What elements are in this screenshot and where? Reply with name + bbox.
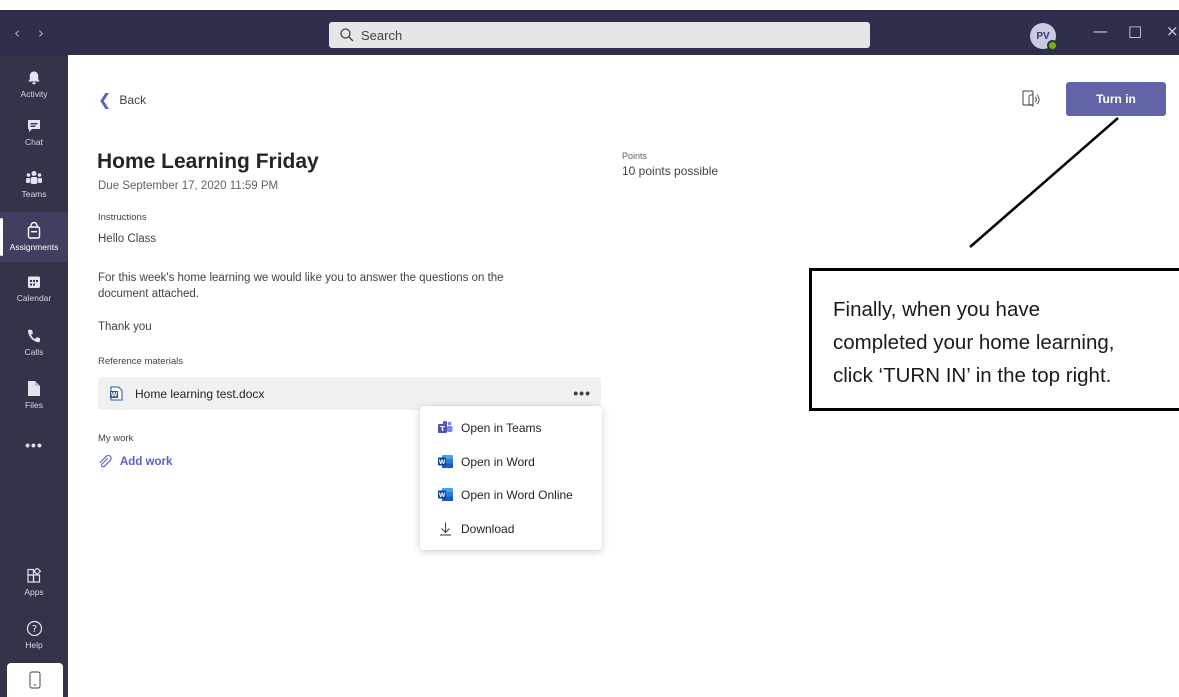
svg-text:?: ?: [31, 624, 36, 635]
rail-item-activity[interactable]: Activity: [0, 59, 68, 109]
instructions-body-line1: For this week's home learning we would l…: [98, 272, 504, 284]
minimize-button[interactable]: —: [1093, 22, 1108, 40]
chat-icon: [28, 119, 40, 132]
rail-label: Assignments: [9, 242, 59, 252]
avatar[interactable]: PV: [1030, 23, 1058, 51]
menu-item-label: Open in Word: [461, 454, 535, 469]
maximize-button[interactable]: □: [1128, 22, 1142, 40]
search-icon: [340, 28, 354, 42]
window-top-edge: [0, 0, 1179, 10]
calendar-icon: [28, 276, 40, 288]
menu-item-label: Download: [461, 521, 515, 536]
rail-item-help[interactable]: ? Help: [0, 610, 68, 660]
device-button[interactable]: [7, 663, 63, 697]
menu-item-label: Open in Word Online: [461, 487, 573, 502]
annotation-line-3: click ‘TURN IN’ in the top right.: [833, 364, 1112, 387]
file-icon: [28, 381, 40, 396]
reference-materials-label: Reference materials: [98, 356, 184, 367]
menu-open-in-word[interactable]: W Open in Word: [420, 445, 602, 478]
points-label: Points: [622, 151, 648, 161]
rail-label: Files: [25, 400, 43, 410]
menu-item-label: Open in Teams: [461, 420, 542, 435]
rail-item-calendar[interactable]: Calendar: [0, 263, 68, 313]
instructions-signoff: Thank you: [98, 321, 152, 333]
word-icon: W: [438, 487, 453, 502]
rail-label: Chat: [25, 136, 43, 147]
svg-text:W: W: [111, 392, 118, 399]
points-value: 10 points possible: [622, 164, 719, 178]
svg-text:W: W: [439, 459, 446, 466]
rail-label: Teams: [21, 188, 47, 199]
close-button[interactable]: ×: [1166, 22, 1179, 40]
rail-item-chat[interactable]: Chat: [0, 107, 68, 157]
add-work-label: Add work: [120, 456, 173, 468]
forward-arrow-icon[interactable]: ›: [38, 24, 62, 42]
search-bar[interactable]: [329, 22, 870, 48]
reference-file-name: Home learning test.docx: [135, 386, 265, 401]
rail-label: Calls: [24, 346, 44, 357]
instructions-label: Instructions: [98, 212, 147, 223]
bell-icon: [28, 71, 40, 84]
rail-item-apps[interactable]: Apps: [0, 557, 68, 607]
back-link[interactable]: ❮ Back: [98, 90, 146, 109]
immersive-reader-icon[interactable]: [1020, 88, 1042, 110]
title-bar: ‹› PV — □ ×: [0, 0, 1179, 55]
mobile-device-icon: [29, 671, 41, 689]
paperclip-icon: [99, 455, 112, 468]
back-arrow-icon[interactable]: ‹: [14, 24, 38, 42]
file-context-menu: T Open in Teams W Open in Word W Open in…: [420, 406, 602, 550]
help-icon: ?: [26, 620, 42, 637]
teams-icon: T: [438, 420, 453, 435]
menu-open-in-teams[interactable]: T Open in Teams: [420, 411, 602, 444]
annotation-line-2: completed your home learning,: [833, 331, 1115, 354]
annotation-callout: Finally, when you have completed your ho…: [809, 268, 1179, 411]
word-doc-icon: W: [110, 386, 123, 401]
history-nav: ‹›: [14, 24, 62, 42]
svg-text:T: T: [440, 425, 445, 433]
more-icon: •••: [25, 437, 43, 453]
instructions-greeting: Hello Class: [98, 233, 157, 245]
rail-label: Calendar: [16, 292, 52, 303]
search-input[interactable]: [361, 27, 761, 43]
apps-icon: [27, 567, 42, 583]
rail-item-more[interactable]: •••: [0, 420, 68, 470]
due-date: Due September 17, 2020 11:59 PM: [98, 180, 279, 192]
assignments-icon: [27, 222, 41, 239]
avatar-initials: PV: [1036, 30, 1050, 42]
rail-item-calls[interactable]: Calls: [0, 317, 68, 367]
rail-label: Help: [25, 640, 43, 650]
menu-download[interactable]: Download: [420, 512, 602, 545]
my-work-label: My work: [98, 433, 134, 444]
chevron-left-icon: ❮: [98, 90, 112, 109]
annotation-line-1: Finally, when you have: [833, 298, 1041, 321]
turn-in-button[interactable]: Turn in: [1066, 82, 1166, 116]
rail-item-teams[interactable]: Teams: [0, 159, 68, 209]
presence-status-icon: [1047, 40, 1058, 51]
menu-open-in-word-online[interactable]: W Open in Word Online: [420, 478, 602, 511]
download-icon: [438, 521, 453, 536]
back-label: Back: [119, 92, 147, 107]
app-rail: Activity Chat Teams Assignments Calendar…: [0, 55, 68, 697]
more-options-button[interactable]: •••: [573, 385, 591, 401]
add-work-button[interactable]: Add work: [98, 455, 172, 469]
svg-text:W: W: [439, 492, 446, 499]
rail-item-assignments[interactable]: Assignments: [0, 212, 68, 262]
word-icon: W: [438, 454, 453, 469]
teams-icon: [26, 170, 42, 184]
rail-label: Apps: [24, 586, 44, 597]
phone-icon: [28, 329, 40, 342]
rail-label: Activity: [20, 88, 48, 99]
assignment-title: Home Learning Friday: [97, 150, 319, 173]
rail-item-files[interactable]: Files: [0, 370, 68, 420]
instructions-body-line2: document attached.: [98, 288, 200, 300]
